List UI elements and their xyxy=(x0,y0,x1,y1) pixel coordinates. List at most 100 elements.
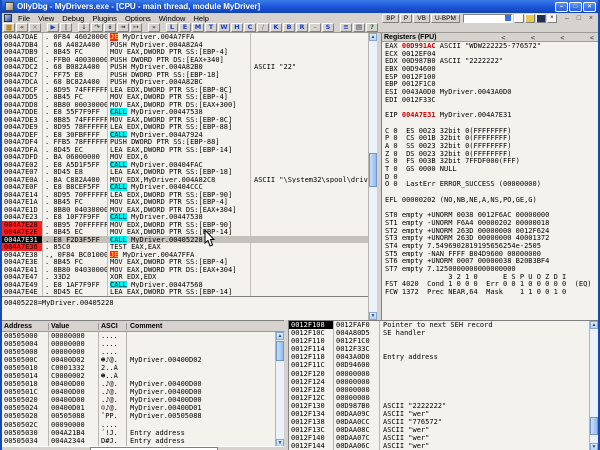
register-line[interactable]: ST1 empty -UNORM F6A4 00000202 00000018 xyxy=(382,219,598,227)
stack-row[interactable]: 0012F13000D987B0ASCII "2222222" xyxy=(289,402,598,410)
disasm-row[interactable]: 004A7E02 . E8 A5D1F5FF CALL MyDriver.004… xyxy=(2,161,368,169)
separator[interactable] xyxy=(143,23,147,32)
pause-icon[interactable]: ‖ xyxy=(60,23,72,32)
disasm-address[interactable]: 004A7DE3 xyxy=(2,116,42,124)
stack-scroll-thumb[interactable] xyxy=(590,417,598,435)
stack-row[interactable]: 0012F14000DAA07CASCII "wer" xyxy=(289,434,598,442)
animate-into-icon[interactable]: ↡ xyxy=(104,23,116,32)
log-window-button[interactable]: L xyxy=(166,23,178,32)
disasm-address[interactable]: 004A7DCF xyxy=(2,86,42,94)
separator[interactable] xyxy=(42,23,46,32)
dump-row[interactable]: 0050502400400D01☺♪@.MyDriver.00400D01 xyxy=(2,404,284,412)
disasm-address[interactable]: 004A7DAE xyxy=(2,33,42,41)
register-line[interactable]: EDX 00D987B0 ASCII "2222222" xyxy=(382,57,598,65)
dump-row[interactable]: 0050500000000000.... xyxy=(2,332,284,340)
disasm-address[interactable]: 004A7DD5 xyxy=(2,93,42,101)
executables-button[interactable]: E xyxy=(179,23,191,32)
disasm-row[interactable]: 004A7DC7 . FF75 E8 PUSH DWORD PTR SS:[EB… xyxy=(2,71,368,79)
disasm-row[interactable]: 004A7DEF . E8 30FBFFFF CALL MyDriver.004… xyxy=(2,131,368,139)
close-button[interactable]: × xyxy=(583,2,596,12)
disasm-address[interactable]: 004A7DEF xyxy=(2,131,42,139)
appearance-icon[interactable]: ▤ xyxy=(353,23,365,32)
separator[interactable] xyxy=(161,23,165,32)
register-line[interactable]: EDI 0012F33C xyxy=(382,96,598,104)
stack-scrollbar[interactable]: ▲ ▼ xyxy=(589,321,598,450)
plugin-toolbar-button[interactable]: BP xyxy=(382,14,399,23)
register-line[interactable]: 3 2 1 0 E S P U O Z D I xyxy=(382,273,598,281)
menu-item[interactable]: Help xyxy=(189,14,212,23)
stack-row[interactable]: 0012F11C00D94600 xyxy=(289,361,598,369)
plugin-button-1[interactable] xyxy=(514,14,524,23)
disasm-row[interactable]: 004A7DE3 . 8B85 74FFFFFF MOV EAX,DWORD P… xyxy=(2,116,368,124)
disasm-row[interactable]: 004A7E28 . 8B95 70FFFFFF MOV EDX,DWORD P… xyxy=(2,221,368,229)
run-trace-button[interactable]: – xyxy=(309,23,321,32)
disasm-row[interactable]: 004A7E31 . E8 F2D3F5FF CALL MyDriver.004… xyxy=(2,236,368,244)
disasm-row[interactable]: 004A7DFD . BA 06000000 MOV EDX,6 xyxy=(2,153,368,161)
stack-row[interactable]: 0012F13400DAA09CASCII "wer" xyxy=(289,410,598,418)
disasm-address[interactable]: 004A7E3E xyxy=(2,258,42,266)
disasm-address[interactable]: 004A7DB4 xyxy=(2,41,42,49)
disasm-address[interactable]: 004A7DFA xyxy=(2,146,42,154)
disasm-row[interactable]: 004A7DDE . E8 55F7F9FF CALL MyDriver.004… xyxy=(2,108,368,116)
register-line[interactable]: O 0 LastErr ERROR_SUCCESS (00000000) xyxy=(382,180,598,188)
register-line[interactable]: ST3 empty +UNORM 263D 00000000 40001372 xyxy=(382,234,598,242)
scroll-up-icon[interactable]: ▲ xyxy=(369,33,377,41)
disasm-row[interactable]: 004A7DCF . 8D95 74FFFFFF LEA EDX,DWORD P… xyxy=(2,86,368,94)
register-line[interactable]: ECX 0012EF04 xyxy=(382,50,598,58)
disasm-row[interactable]: 004A7E38 ., 0F84 BC010000 JE MyDriver.00… xyxy=(2,251,368,259)
register-line[interactable]: EIP 004A7E31 MyDriver.004A7E31 xyxy=(382,111,598,119)
disasm-address[interactable]: 004A7E38 xyxy=(2,251,42,259)
disasm-row[interactable]: 004A7E49 . E8 1AF7F9FF CALL MyDriver.004… xyxy=(2,281,368,289)
disasm-row[interactable]: 004A7E1D . 8B80 04030000 MOV EAX,DWORD P… xyxy=(2,206,368,214)
exec-till-return-icon[interactable]: ↦ xyxy=(130,23,142,32)
register-line[interactable]: EAX 00D991AC ASCII "WDW222225-776572" xyxy=(382,42,598,50)
plugin-toolbar-button[interactable]: P xyxy=(400,14,412,23)
command-dropdown-icon[interactable] xyxy=(505,15,511,21)
plugin-button-2[interactable] xyxy=(525,14,535,23)
disasm-row[interactable]: 004A7E47 . 33D2 XOR EDX,EDX xyxy=(2,273,368,281)
register-line[interactable]: ST7 empty 7.1250000000000000000 xyxy=(382,265,598,273)
cpu-window-button[interactable]: C xyxy=(244,23,256,32)
open-file-icon[interactable]: ▆ xyxy=(3,23,15,32)
source-button[interactable]: S xyxy=(322,23,334,32)
register-line[interactable]: EBP 0012F1C0 xyxy=(382,80,598,88)
disasm-address[interactable]: 004A7DB9 xyxy=(2,48,42,56)
disasm-row[interactable]: 004A7DBC . FFB0 40030000 PUSH DWORD PTR … xyxy=(2,56,368,64)
disasm-row[interactable]: 004A7DCA . 68 BC82A400 PUSH MyDriver.004… xyxy=(2,78,368,86)
references-button[interactable]: R xyxy=(296,23,308,32)
disasm-row[interactable]: 004A7E07 . 8D45 E8 LEA EAX,DWORD PTR SS:… xyxy=(2,168,368,176)
step-into-icon[interactable]: ↓ xyxy=(78,23,90,32)
disasm-row[interactable]: 004A7E14 . 8D95 70FFFFFF LEA EDX,DWORD P… xyxy=(2,191,368,199)
close-program-icon[interactable]: × xyxy=(29,23,41,32)
menu-item[interactable]: Options xyxy=(121,14,155,23)
run-icon[interactable]: ▶ xyxy=(47,23,59,32)
disasm-row[interactable]: 004A7E2E . 8B45 EC MOV EAX,DWORD PTR SS:… xyxy=(2,228,368,236)
register-line[interactable]: ESP 0012F100 xyxy=(382,73,598,81)
restore-button[interactable]: □ xyxy=(569,2,582,12)
scroll-up-icon[interactable]: ▲ xyxy=(590,321,598,329)
dump-row[interactable]: 00505034004A2344D#J.Entry address xyxy=(2,437,284,445)
dump-row[interactable]: 0050502000400D00.♪@.MyDriver.00400D00 xyxy=(2,396,284,404)
dump-row[interactable]: 00505030004A21B4´!J.Entry address xyxy=(2,429,284,437)
stack-row[interactable]: 0012F12800000000 xyxy=(289,386,598,394)
register-line[interactable]: ST4 empty 7.5496902819195656254e-2505 xyxy=(382,242,598,250)
disasm-address[interactable]: 004A7E36 xyxy=(2,243,42,251)
disasm-row[interactable]: 004A7E36 . 85C0 TEST EAX,EAX xyxy=(2,243,368,251)
disasm-address[interactable]: 004A7DDE xyxy=(2,108,42,116)
disasm-address[interactable]: 004A7E1A xyxy=(2,198,42,206)
disasm-row[interactable]: 004A7DC2 . 68 B082A400 PUSH MyDriver.004… xyxy=(2,63,368,71)
disasm-row[interactable]: 004A7DE9 . 8D95 78FFFFFF LEA EDX,DWORD P… xyxy=(2,123,368,131)
disasm-address[interactable]: 004A7E41 xyxy=(2,266,42,274)
dump-row[interactable]: 0050502800505088ˆPP.MyDriver.00505088 xyxy=(2,412,284,420)
register-line[interactable]: ESI 0043A0D0 MyDriver.0043A0D0 xyxy=(382,88,598,96)
disasm-row[interactable]: 004A7E41 . 8B80 04030000 MOV EAX,DWORD P… xyxy=(2,266,368,274)
restart-icon[interactable]: « xyxy=(16,23,28,32)
menu-item[interactable]: File xyxy=(14,14,34,23)
scroll-up-icon[interactable]: ▲ xyxy=(276,332,284,340)
plugin-toolbar-button[interactable]: VB xyxy=(413,14,430,23)
stack-row[interactable]: 0012F1080012FAF0Pointer to next SEH reco… xyxy=(289,321,598,329)
disasm-address[interactable]: 004A7DF4 xyxy=(2,138,42,146)
disasm-row[interactable]: 004A7E0F . E8 B8CEF5FF CALL MyDriver.004… xyxy=(2,183,368,191)
animate-over-icon[interactable]: ↠ xyxy=(117,23,129,32)
dump-row[interactable]: 00505014C0000002☻..À xyxy=(2,372,284,380)
